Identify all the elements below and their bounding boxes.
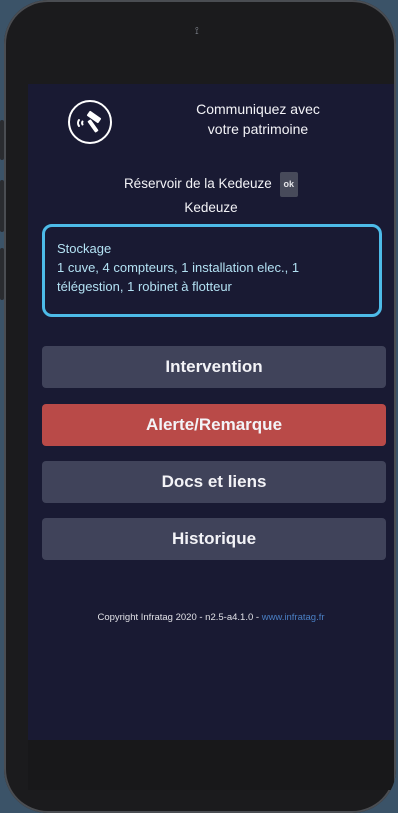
camera-icon: ⟟ bbox=[195, 26, 199, 37]
website-link[interactable]: www.infratag.fr bbox=[262, 612, 325, 623]
camera-notch: ⟟ bbox=[195, 26, 205, 37]
tagline: Communiquez avec votre patrimoine bbox=[178, 99, 338, 139]
storage-description: 1 cuve, 4 compteurs, 1 installation elec… bbox=[57, 260, 300, 294]
header: Communiquez avec votre patrimoine bbox=[28, 84, 394, 174]
bottom-bar bbox=[28, 740, 394, 790]
app-screen: Communiquez avec votre patrimoine Réserv… bbox=[28, 84, 394, 740]
tagline-line-2: votre patrimoine bbox=[207, 121, 309, 137]
site-name-row: Réservoir de la Kedeuze ok bbox=[28, 172, 394, 197]
storage-title: Stockage bbox=[57, 241, 112, 256]
docs-button[interactable]: Docs et liens bbox=[42, 461, 386, 503]
phone-frame: ⟟ Communiquez avec votre patrimoine Rése… bbox=[4, 0, 396, 813]
status-badge: ok bbox=[279, 172, 299, 197]
storage-card[interactable]: Stockage 1 cuve, 4 compteurs, 1 installa… bbox=[42, 224, 382, 317]
infratag-logo-icon[interactable] bbox=[68, 100, 112, 144]
alert-button[interactable]: Alerte/Remarque bbox=[42, 404, 386, 446]
intervention-button[interactable]: Intervention bbox=[42, 346, 386, 388]
history-button[interactable]: Historique bbox=[42, 518, 386, 560]
site-name: Réservoir de la Kedeuze bbox=[123, 176, 272, 192]
site-location: Kedeuze bbox=[184, 200, 238, 215]
tagline-line-1: Communiquez avec bbox=[196, 101, 320, 117]
site-info: Réservoir de la Kedeuze ok Kedeuze bbox=[28, 172, 394, 218]
copyright-text: Copyright Infratag 2020 - n2.5-a4.1.0 - bbox=[97, 612, 262, 623]
footer: Copyright Infratag 2020 - n2.5-a4.1.0 - … bbox=[28, 612, 394, 623]
